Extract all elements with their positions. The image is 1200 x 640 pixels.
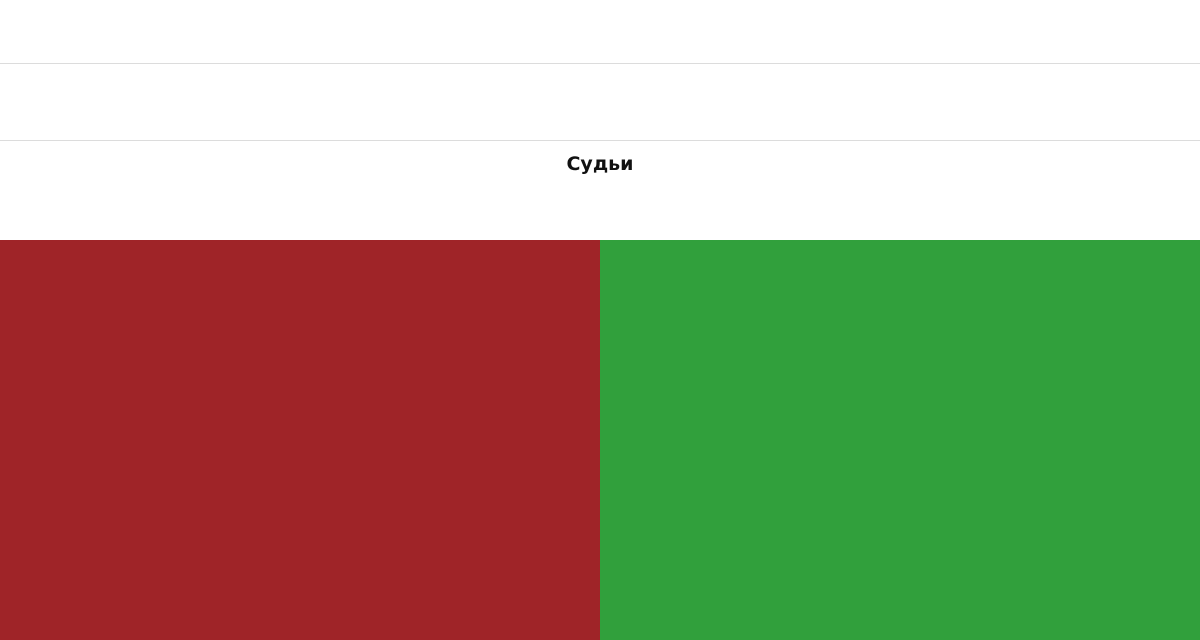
sub-bar: [0, 64, 1200, 141]
green-panel[interactable]: [600, 240, 1200, 640]
section-title: Судьи: [566, 153, 634, 175]
section-header: Судьи: [0, 141, 1200, 240]
page: Судьи: [0, 0, 1200, 640]
top-bar: [0, 0, 1200, 64]
red-panel[interactable]: [0, 240, 600, 640]
